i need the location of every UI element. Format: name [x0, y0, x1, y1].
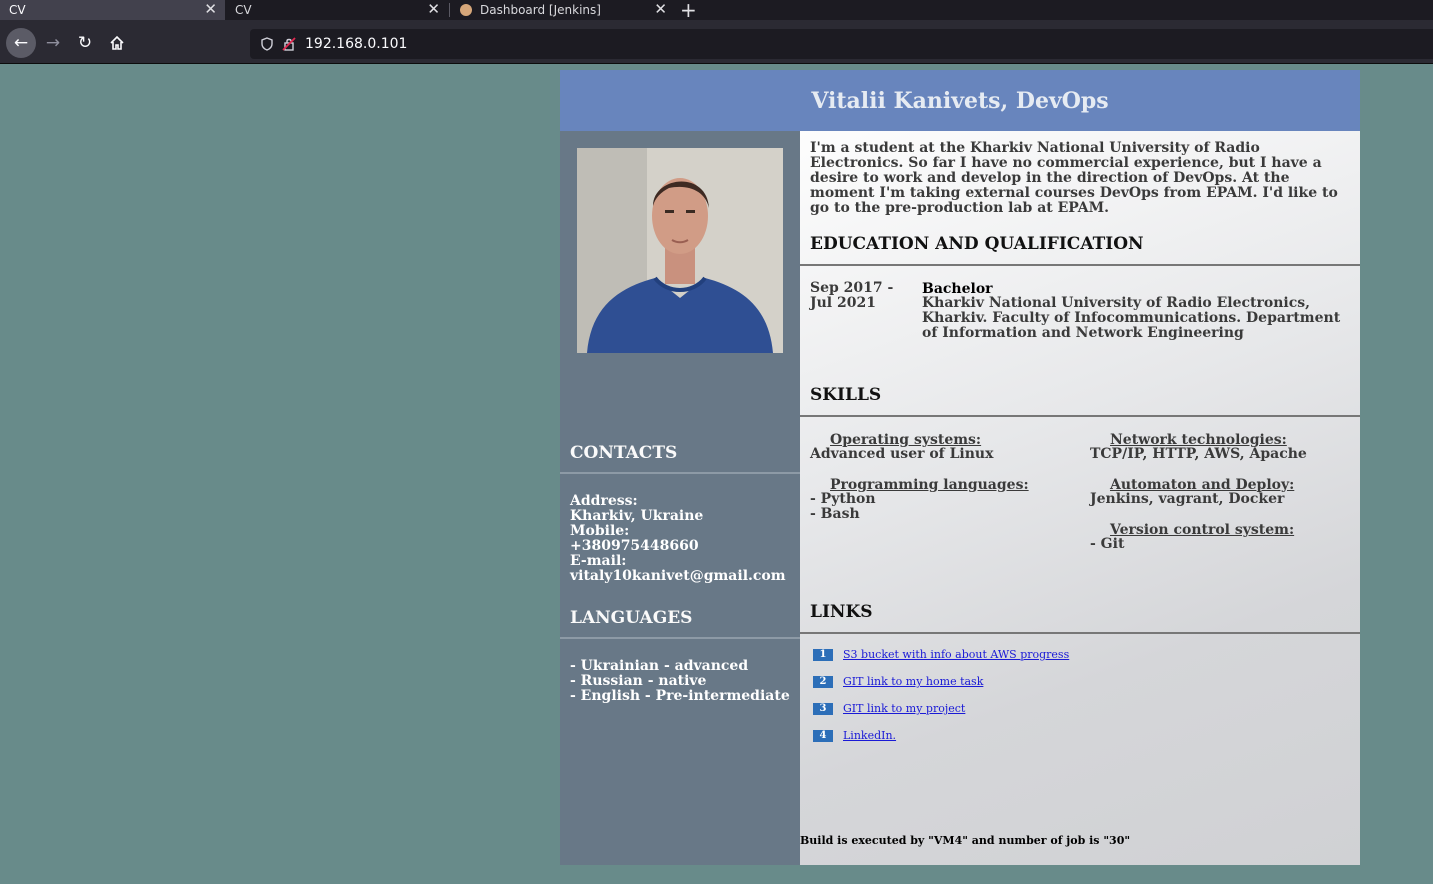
languages-list: - Ukrainian - advanced - Russian - nativ… — [570, 659, 790, 704]
tab-close-icon[interactable]: ✕ — [427, 0, 440, 18]
languages-heading: LANGUAGES — [570, 608, 693, 628]
contacts-divider — [560, 472, 800, 474]
insecure-lock-icon[interactable] — [281, 36, 297, 52]
education-date-start: Sep 2017 - — [810, 280, 894, 296]
contacts-heading: CONTACTS — [570, 443, 678, 463]
arrow-left-icon: ← — [13, 33, 29, 53]
tab-close-icon[interactable]: ✕ — [204, 0, 217, 18]
tab-label: Dashboard [Jenkins] — [480, 3, 601, 17]
tab-label: CV — [9, 3, 26, 17]
link-item: 3 GIT link to my project — [813, 702, 965, 715]
navigation-bar: ← → ↻ 192.168.0.101 — [0, 20, 1433, 64]
prog-skill-item: - Bash — [810, 506, 860, 522]
vcs-skill-text: - Git — [1090, 536, 1125, 552]
forward-button[interactable]: → — [39, 29, 67, 57]
address-bar[interactable]: 192.168.0.101 — [250, 29, 1433, 59]
education-heading: EDUCATION AND QUALIFICATION — [810, 234, 1144, 254]
cv-sidebar: CONTACTS Address: Kharkiv, Ukraine Mobil… — [560, 131, 800, 865]
reload-icon: ↻ — [77, 33, 93, 53]
link-number-badge: 1 — [813, 648, 833, 661]
address-value: Kharkiv, Ukraine — [570, 508, 704, 524]
link-number-badge: 2 — [813, 675, 833, 688]
tab-cv-active[interactable]: CV ✕ — [0, 0, 225, 20]
language-item: - Russian - native — [570, 673, 707, 689]
os-skill-text: Advanced user of Linux — [810, 446, 994, 462]
cv-main: I'm a student at the Kharkiv National Un… — [800, 131, 1360, 865]
back-button[interactable]: ← — [6, 28, 36, 58]
link-number-badge: 4 — [813, 729, 833, 742]
tab-jenkins[interactable]: Dashboard [Jenkins] ✕ — [451, 0, 675, 20]
jenkins-favicon-icon — [460, 4, 472, 16]
link-item: 1 S3 bucket with info about AWS progress — [813, 648, 1069, 661]
education-dates: Sep 2017 - Jul 2021 — [810, 281, 910, 311]
prog-skill-list: - Python - Bash — [810, 492, 876, 522]
links-heading: LINKS — [810, 602, 873, 622]
s3-bucket-link[interactable]: S3 bucket with info about AWS progress — [843, 648, 1069, 661]
language-item: - Ukrainian - advanced — [570, 658, 749, 674]
tab-bar: CV ✕ CV ✕ Dashboard [Jenkins] ✕ + — [0, 0, 1433, 22]
tab-separator — [449, 3, 450, 17]
email-value: vitaly10kanivet@gmail.com — [570, 568, 786, 584]
skills-heading: SKILLS — [810, 385, 882, 405]
tab-close-icon[interactable]: ✕ — [654, 0, 667, 18]
cv-title: Vitalii Kanivets, DevOps — [811, 87, 1109, 114]
languages-divider — [560, 637, 800, 639]
link-number-badge: 3 — [813, 702, 833, 715]
cv-page: Vitalii Kanivets, DevOps CONTACTS Addres… — [560, 70, 1360, 865]
cv-header: Vitalii Kanivets, DevOps — [560, 70, 1360, 131]
profile-photo — [577, 148, 783, 353]
mobile-value: +380975448660 — [570, 538, 699, 554]
home-icon — [110, 35, 124, 50]
new-tab-button[interactable]: + — [680, 0, 697, 22]
education-date-end: Jul 2021 — [810, 295, 876, 311]
education-divider — [800, 264, 1360, 266]
vcs-skill-heading: Version control system: — [1110, 522, 1295, 538]
link-item: 2 GIT link to my home task — [813, 675, 983, 688]
education-description: Kharkiv National University of Radio Ele… — [922, 295, 1341, 341]
links-divider — [800, 632, 1360, 634]
build-info: Build is executed by "VM4" and number of… — [800, 834, 1131, 847]
home-button[interactable] — [103, 29, 131, 57]
linkedin-link[interactable]: LinkedIn. — [843, 729, 896, 742]
language-item: - English - Pre-intermediate — [570, 688, 790, 704]
reload-button[interactable]: ↻ — [71, 29, 99, 57]
intro-text: I'm a student at the Kharkiv National Un… — [810, 140, 1338, 216]
git-project-link[interactable]: GIT link to my project — [843, 702, 965, 715]
address-label: Address: — [570, 493, 638, 509]
mobile-label: Mobile: — [570, 523, 630, 539]
email-label: E-mail: — [570, 553, 627, 569]
url-text[interactable]: 192.168.0.101 — [305, 36, 407, 52]
skills-divider — [800, 415, 1360, 417]
tab-cv[interactable]: CV ✕ — [226, 0, 448, 20]
tab-label: CV — [235, 3, 252, 17]
net-skill-text: TCP/IP, HTTP, AWS, Apache — [1090, 446, 1307, 462]
auto-skill-text: Jenkins, vagrant, Docker — [1090, 491, 1285, 507]
shield-icon[interactable] — [259, 36, 275, 52]
link-item: 4 LinkedIn. — [813, 729, 896, 742]
prog-skill-item: - Python — [810, 491, 876, 507]
git-home-task-link[interactable]: GIT link to my home task — [843, 675, 983, 688]
arrow-right-icon: → — [45, 33, 61, 53]
contacts-info: Address: Kharkiv, Ukraine Mobile: +38097… — [570, 494, 786, 584]
